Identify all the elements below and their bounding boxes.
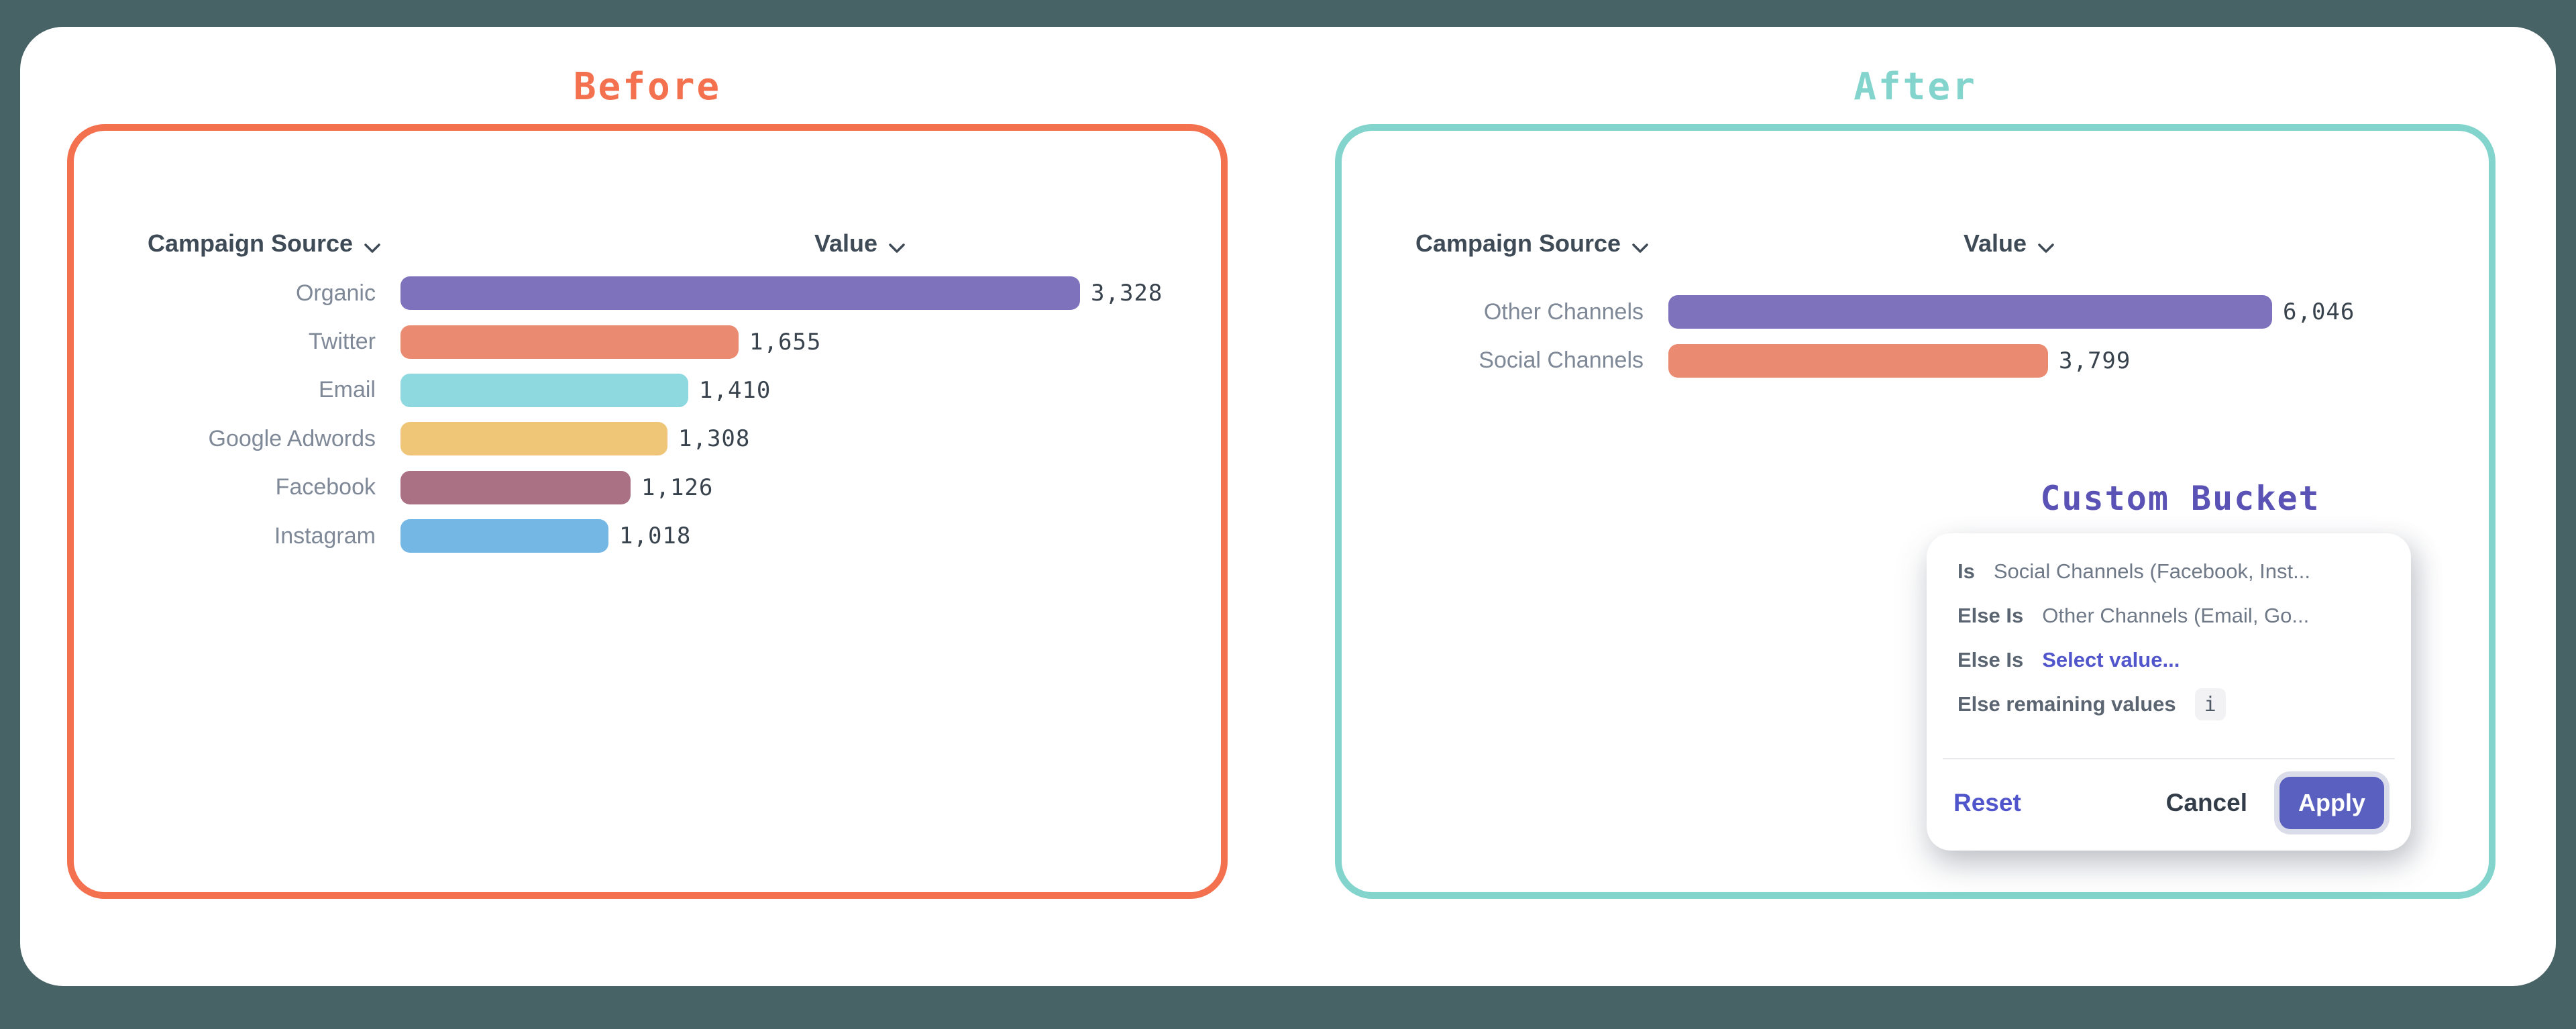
row-category-label: Email [74, 377, 376, 403]
chevron-down-icon [1631, 231, 1649, 260]
bar-instagram[interactable] [400, 519, 608, 553]
value-column-header[interactable]: Value [814, 229, 906, 258]
custom-bucket-title: Custom Bucket [2006, 479, 2355, 518]
bucket-rule-row: Is Social Channels (Facebook, Inst... [1957, 556, 2384, 587]
chevron-down-icon [888, 231, 906, 260]
row-category-label: Organic [74, 280, 376, 307]
row-category-label: Instagram [74, 523, 376, 549]
custom-bucket-popup: Is Social Channels (Facebook, Inst... El… [1927, 533, 2411, 851]
value-header-label: Value [1964, 229, 2027, 258]
bucket-rule-keyword: Else remaining values [1957, 692, 2176, 716]
bar-organic[interactable] [400, 276, 1080, 310]
campaign-source-column-header[interactable]: Campaign Source [148, 229, 381, 258]
after-bar-chart: Other Channels 6,046 Social Channels 3,799 [1342, 288, 2489, 385]
value-column-header[interactable]: Value [1964, 229, 2055, 258]
bucket-rule-row: Else Is Other Channels (Email, Go... [1957, 600, 2384, 631]
row-category-label: Google Adwords [74, 426, 376, 452]
chevron-down-icon [2037, 231, 2055, 260]
bucket-rule-row: Else remaining values i [1957, 689, 2384, 720]
value-header-label: Value [814, 229, 877, 258]
bucket-rule-row: Else Is Select value... [1957, 645, 2384, 675]
table-header-row: Campaign Source Value [74, 229, 1221, 258]
row-category-label: Twitter [74, 329, 376, 355]
bucket-rule-keyword: Else Is [1957, 604, 2023, 628]
table-row: Email 1,410 [74, 366, 1221, 415]
row-value-label: 1,308 [678, 425, 750, 452]
table-row: Organic 3,328 [74, 269, 1221, 317]
bar-twitter[interactable] [400, 325, 739, 359]
row-value-label: 3,799 [2059, 347, 2131, 374]
table-row: Twitter 1,655 [74, 317, 1221, 366]
row-category-label: Other Channels [1342, 299, 1644, 325]
campaign-source-header-label: Campaign Source [1415, 229, 1621, 258]
bar-email[interactable] [400, 374, 688, 407]
select-value-link[interactable]: Select value... [2042, 648, 2180, 672]
row-value-label: 1,018 [619, 523, 691, 549]
after-title: After [1335, 67, 2496, 107]
table-row: Other Channels 6,046 [1342, 288, 2489, 336]
cancel-button[interactable]: Cancel [2166, 789, 2247, 817]
bar-social-channels[interactable] [1668, 344, 2048, 378]
bar-google-adwords[interactable] [400, 422, 667, 455]
row-value-label: 6,046 [2283, 299, 2355, 325]
chevron-down-icon [364, 231, 381, 260]
apply-button[interactable]: Apply [2279, 777, 2384, 829]
popup-divider [1943, 758, 2395, 759]
row-value-label: 1,410 [699, 377, 771, 404]
before-bar-chart: Organic 3,328 Twitter 1,655 Email 1,410 Google… [74, 269, 1221, 560]
before-title: Before [67, 67, 1228, 107]
row-value-label: 1,655 [749, 329, 821, 356]
campaign-source-header-label: Campaign Source [148, 229, 353, 258]
desktop-background: { "page": { "background": "#486365", "ca… [0, 0, 2576, 1029]
row-value-label: 1,126 [641, 474, 713, 501]
bucket-rule-keyword: Is [1957, 559, 1975, 584]
row-value-label: 3,328 [1091, 280, 1163, 307]
bucket-rules-list: Is Social Channels (Facebook, Inst... El… [1957, 556, 2384, 733]
bar-facebook[interactable] [400, 471, 631, 504]
table-header-row: Campaign Source Value [1342, 229, 2489, 258]
row-category-label: Facebook [74, 474, 376, 500]
reset-button[interactable]: Reset [1953, 789, 2021, 817]
table-row: Social Channels 3,799 [1342, 336, 2489, 384]
row-category-label: Social Channels [1342, 347, 1644, 374]
popup-footer: Reset Cancel Apply [1953, 769, 2391, 836]
before-panel-box: Campaign Source Value Organic 3,328 Twitte… [67, 124, 1228, 899]
bucket-rule-keyword: Else Is [1957, 648, 2023, 672]
table-row: Facebook 1,126 [74, 464, 1221, 512]
bucket-rule-value[interactable]: Other Channels (Email, Go... [2042, 604, 2309, 628]
bar-other-channels[interactable] [1668, 295, 2272, 329]
info-icon[interactable]: i [2195, 688, 2226, 720]
bucket-rule-value[interactable]: Social Channels (Facebook, Inst... [1994, 559, 2310, 584]
campaign-source-column-header[interactable]: Campaign Source [1415, 229, 1649, 258]
before-panel: Before Campaign Source Value Organic3,32… [67, 67, 1228, 107]
after-panel: After Campaign Source Value Other Channe… [1335, 67, 2496, 107]
table-row: Google Adwords 1,308 [74, 415, 1221, 463]
table-row: Instagram 1,018 [74, 512, 1221, 560]
